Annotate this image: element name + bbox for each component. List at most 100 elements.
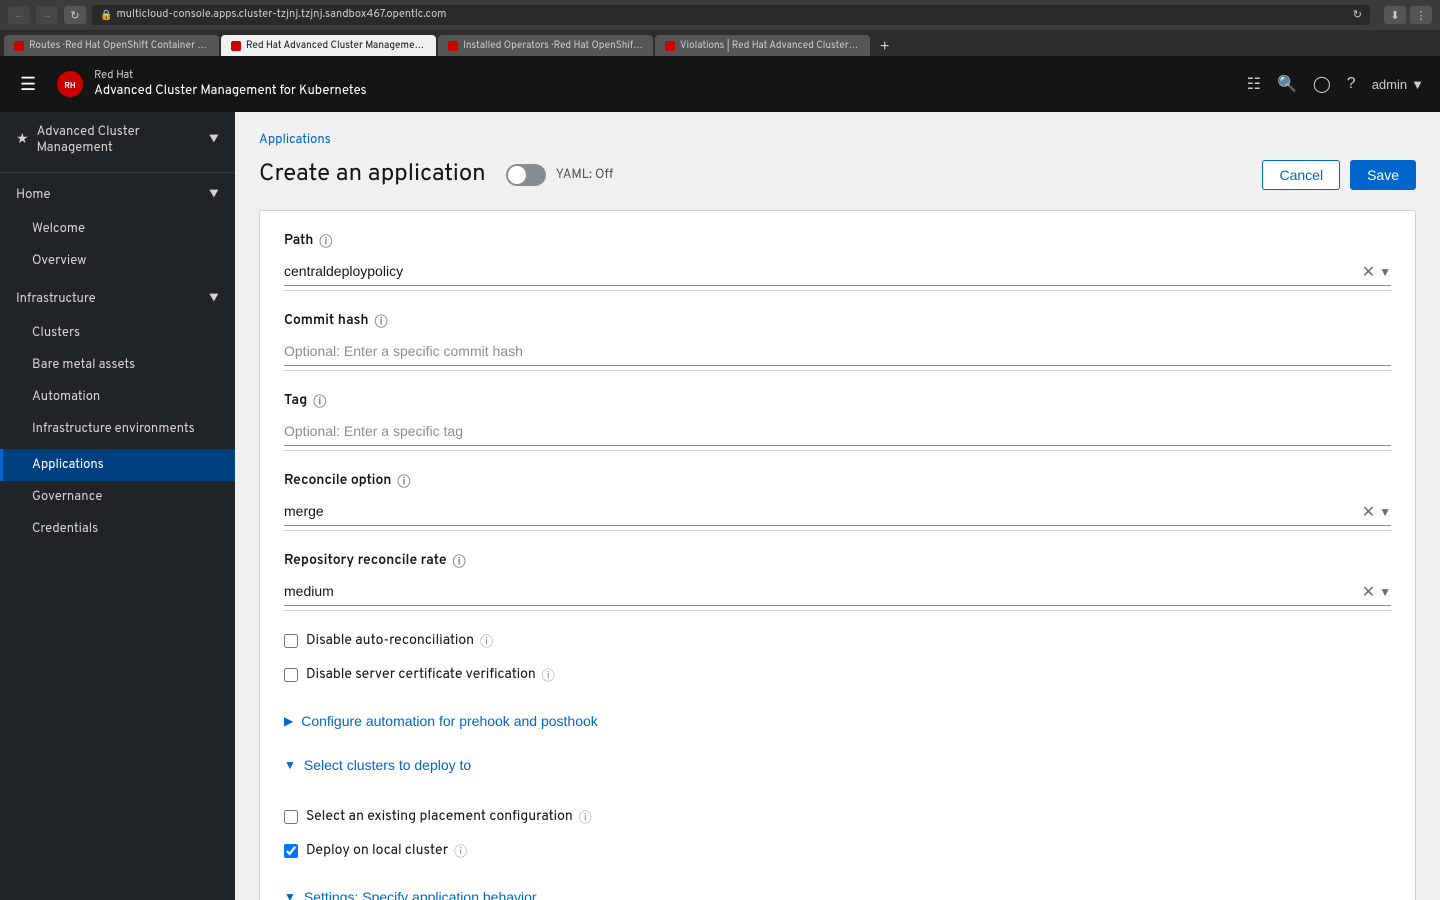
disable-auto-reconciliation-label: Disable auto-reconciliation ⓘ (306, 631, 493, 651)
sidebar-context-selector[interactable]: ★ Advanced Cluster Management ▼ (0, 112, 235, 168)
repo-reconcile-rate-dropdown-button[interactable]: ▼ (1379, 585, 1391, 599)
forward-button[interactable]: → (36, 6, 58, 24)
reconcile-option-field: Reconcile option ⓘ ✕ ▼ (284, 471, 1391, 531)
sidebar-group-infrastructure: Infrastructure ▼ Clusters Bare metal ass… (0, 281, 235, 445)
sidebar-item-home[interactable]: Home ▼ (0, 177, 235, 213)
tag-label: Tag ⓘ (284, 391, 1391, 411)
user-name: admin (1372, 77, 1407, 92)
cancel-button[interactable]: Cancel (1262, 160, 1340, 190)
yaml-toggle-switch[interactable] (506, 164, 546, 186)
tag-control (284, 417, 1391, 446)
sidebar-item-welcome[interactable]: Welcome (0, 213, 235, 245)
tab3-label: Installed Operators · Red Hat OpenShift … (463, 39, 643, 52)
select-clusters-trigger[interactable]: ▼ Select clusters to deploy to (284, 757, 471, 773)
menu-button[interactable]: ⋮ (1410, 6, 1432, 24)
select-existing-placement-label: Select an existing placement configurati… (306, 807, 592, 827)
back-button[interactable]: ← (8, 6, 30, 24)
hamburger-menu[interactable]: ☰ (16, 70, 40, 99)
form-card: Path ⓘ ✕ ▼ (259, 210, 1416, 900)
browser-tab-3[interactable]: Installed Operators · Red Hat OpenShift … (438, 35, 653, 56)
breadcrumb: Applications (259, 132, 1416, 148)
commit-hash-label: Commit hash ⓘ (284, 311, 1391, 331)
repo-reconcile-rate-control: ✕ ▼ (284, 577, 1391, 606)
path-control: ✕ ▼ (284, 257, 1391, 286)
path-dropdown-button[interactable]: ▼ (1379, 265, 1391, 279)
tag-help-icon[interactable]: ⓘ (313, 391, 326, 411)
browser-tab-2[interactable]: Red Hat Advanced Cluster Management for … (221, 35, 436, 56)
disable-server-cert-help-icon[interactable]: ⓘ (542, 665, 555, 685)
browser-tab-4[interactable]: Violations | Red Hat Advanced Cluster Se… (655, 35, 870, 56)
tab4-label: Violations | Red Hat Advanced Cluster Se… (680, 39, 860, 52)
search-icon-button[interactable]: 🔍 (1277, 74, 1297, 94)
breadcrumb-applications-link[interactable]: Applications (259, 132, 331, 148)
context-chevron-icon: ▼ (209, 132, 219, 148)
reconcile-option-label: Reconcile option ⓘ (284, 471, 1391, 491)
tab2-label: Red Hat Advanced Cluster Management for … (246, 39, 426, 52)
download-button[interactable]: ⬇ (1384, 6, 1406, 24)
sidebar-item-infrastructure-environments[interactable]: Infrastructure environments (0, 413, 235, 445)
select-existing-placement-checkbox[interactable] (284, 810, 298, 824)
path-clear-button[interactable]: ✕ (1362, 262, 1375, 282)
repo-reconcile-rate-separator (284, 610, 1391, 611)
grid-icon-button[interactable]: ☷ (1247, 74, 1261, 94)
topnav-actions: ☷ 🔍 ◯ ? admin ▼ (1247, 74, 1424, 94)
help-icon-button[interactable]: ? (1347, 75, 1356, 93)
reconcile-option-input[interactable] (284, 497, 1391, 526)
sidebar-item-applications[interactable]: Applications (0, 449, 235, 481)
repo-reconcile-rate-input[interactable] (284, 577, 1391, 606)
repo-reconcile-rate-clear-button[interactable]: ✕ (1362, 582, 1375, 602)
repo-reconcile-rate-actions: ✕ ▼ (1362, 582, 1391, 602)
toggle-knob (508, 166, 526, 184)
app: ☰ RH Red Hat Advanced Cluster Management… (0, 56, 1440, 900)
reconcile-option-actions: ✕ ▼ (1362, 502, 1391, 522)
sidebar-item-overview[interactable]: Overview (0, 245, 235, 277)
select-clusters-section: ▼ Select clusters to deploy to (284, 757, 1391, 773)
repo-reconcile-rate-help-icon[interactable]: ⓘ (453, 551, 466, 571)
topnav: ☰ RH Red Hat Advanced Cluster Management… (0, 56, 1440, 112)
sidebar-item-clusters[interactable]: Clusters (0, 317, 235, 349)
redhat-logo-icon: RH (56, 70, 84, 98)
commit-hash-help-icon[interactable]: ⓘ (375, 311, 388, 331)
tag-separator (284, 450, 1391, 451)
tag-input[interactable] (284, 417, 1391, 446)
configure-automation-trigger[interactable]: ▶ Configure automation for prehook and p… (284, 713, 598, 729)
browser-toolbar: ← → ↻ 🔒 multicloud-console.apps.cluster-… (0, 0, 1440, 30)
tab3-favicon (448, 41, 458, 51)
deploy-local-cluster-help-icon[interactable]: ⓘ (454, 841, 467, 861)
save-button[interactable]: Save (1350, 160, 1416, 190)
tab1-label: Routes · Red Hat OpenShift Container Pla… (29, 39, 209, 52)
configure-automation-label: Configure automation for prehook and pos… (301, 713, 598, 729)
new-tab-button[interactable]: + (872, 38, 897, 56)
deploy-local-cluster-checkbox[interactable] (284, 844, 298, 858)
reconcile-option-help-icon[interactable]: ⓘ (397, 471, 410, 491)
topnav-brand: Red Hat (94, 69, 366, 83)
select-clusters-label: Select clusters to deploy to (304, 757, 471, 773)
settings-trigger[interactable]: ▼ Settings: Specify application behavior (284, 889, 537, 900)
reconcile-option-clear-button[interactable]: ✕ (1362, 502, 1375, 522)
repo-reconcile-rate-label: Repository reconcile rate ⓘ (284, 551, 1391, 571)
reload-button[interactable]: ↻ (64, 6, 86, 24)
logo: RH Red Hat Advanced Cluster Management f… (56, 69, 366, 99)
commit-hash-input[interactable] (284, 337, 1391, 366)
browser-tab-1[interactable]: Routes · Red Hat OpenShift Container Pla… (4, 35, 219, 56)
page-header: Create an application YAML: Off Cancel S… (259, 160, 1416, 190)
path-input[interactable] (284, 257, 1391, 286)
path-help-icon[interactable]: ⓘ (319, 231, 332, 251)
address-bar[interactable]: 🔒 multicloud-console.apps.cluster-tzjnj.… (92, 5, 1370, 25)
sidebar-item-credentials[interactable]: Credentials (0, 513, 235, 545)
sidebar-item-governance[interactable]: Governance (0, 481, 235, 513)
sidebar-item-bare-metal-assets[interactable]: Bare metal assets (0, 349, 235, 381)
settings-chevron-down-icon: ▼ (284, 890, 296, 900)
disable-server-cert-checkbox[interactable] (284, 668, 298, 682)
sidebar-item-infrastructure[interactable]: Infrastructure ▼ (0, 281, 235, 317)
bell-icon-button[interactable]: ◯ (1313, 74, 1331, 94)
tab2-favicon (231, 41, 241, 51)
settings-section: ▼ Settings: Specify application behavior (284, 889, 1391, 900)
select-existing-placement-help-icon[interactable]: ⓘ (579, 807, 592, 827)
sidebar-item-automation[interactable]: Automation (0, 381, 235, 413)
disable-auto-reconciliation-help-icon[interactable]: ⓘ (480, 631, 493, 651)
reconcile-option-dropdown-button[interactable]: ▼ (1379, 505, 1391, 519)
disable-auto-reconciliation-checkbox[interactable] (284, 634, 298, 648)
user-menu-button[interactable]: admin ▼ (1372, 77, 1424, 92)
configure-automation-section: ▶ Configure automation for prehook and p… (284, 713, 1391, 729)
